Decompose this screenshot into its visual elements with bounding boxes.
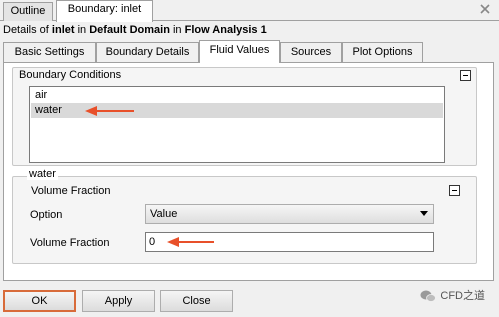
close-icon[interactable]	[479, 3, 491, 15]
annotation-arrow-icon	[167, 237, 214, 247]
details-prefix: Details of	[3, 24, 52, 36]
details-middle2: in	[169, 24, 185, 36]
collapse-icon[interactable]	[449, 185, 460, 196]
tab-boundary-details[interactable]: Boundary Details	[96, 42, 199, 62]
details-analysis: Flow Analysis 1	[184, 24, 267, 36]
wechat-icon	[420, 290, 437, 302]
ok-button[interactable]: OK	[3, 290, 76, 312]
tab-boundary-inlet[interactable]: Boundary: inlet	[56, 0, 153, 22]
list-item-label: water	[35, 104, 62, 116]
tab-basic-settings-label: Basic Settings	[14, 46, 85, 58]
tab-fluid-values-label: Fluid Values	[209, 44, 270, 56]
details-middle: in	[74, 24, 90, 36]
boundary-conditions-title: Boundary Conditions	[19, 69, 122, 81]
tab-outline[interactable]: Outline	[3, 2, 53, 21]
tab-plot-options[interactable]: Plot Options	[342, 42, 423, 62]
details-object: inlet	[51, 24, 75, 36]
tab-plot-options-label: Plot Options	[352, 46, 413, 58]
option-label: Option	[30, 209, 63, 221]
tab-sources-label: Sources	[290, 46, 332, 58]
tab-outline-label: Outline	[10, 5, 46, 17]
chevron-down-icon	[420, 211, 428, 216]
details-domain: Default Domain	[89, 24, 170, 36]
list-item-label: air	[35, 89, 48, 101]
volume-fraction-label: Volume Fraction	[30, 237, 110, 249]
apply-button[interactable]: Apply	[82, 290, 155, 312]
option-select[interactable]: Value	[145, 204, 434, 224]
ok-button-label: OK	[31, 295, 48, 307]
option-select-value: Value	[150, 208, 178, 220]
volume-fraction-group-title: Volume Fraction	[31, 185, 111, 197]
watermark-text: CFD之道	[440, 290, 485, 302]
details-line: Details of inlet in Default Domain in Fl…	[3, 23, 267, 37]
apply-button-label: Apply	[104, 295, 133, 307]
tab-boundary-details-label: Boundary Details	[105, 46, 190, 58]
tab-fluid-values[interactable]: Fluid Values	[199, 40, 280, 63]
tab-sources[interactable]: Sources	[280, 42, 342, 62]
list-item-air[interactable]: air	[31, 88, 443, 103]
boundary-conditions-list[interactable]: air water	[29, 86, 445, 163]
tab-boundary-inlet-label: Boundary: inlet	[67, 3, 142, 15]
close-button[interactable]: Close	[160, 290, 233, 312]
collapse-icon[interactable]	[460, 70, 471, 81]
watermark: CFD之道	[420, 289, 485, 303]
annotation-arrow-icon	[85, 106, 134, 116]
close-button-label: Close	[182, 295, 211, 307]
tab-basic-settings[interactable]: Basic Settings	[3, 42, 96, 62]
fluid-section-label: water	[27, 168, 58, 180]
